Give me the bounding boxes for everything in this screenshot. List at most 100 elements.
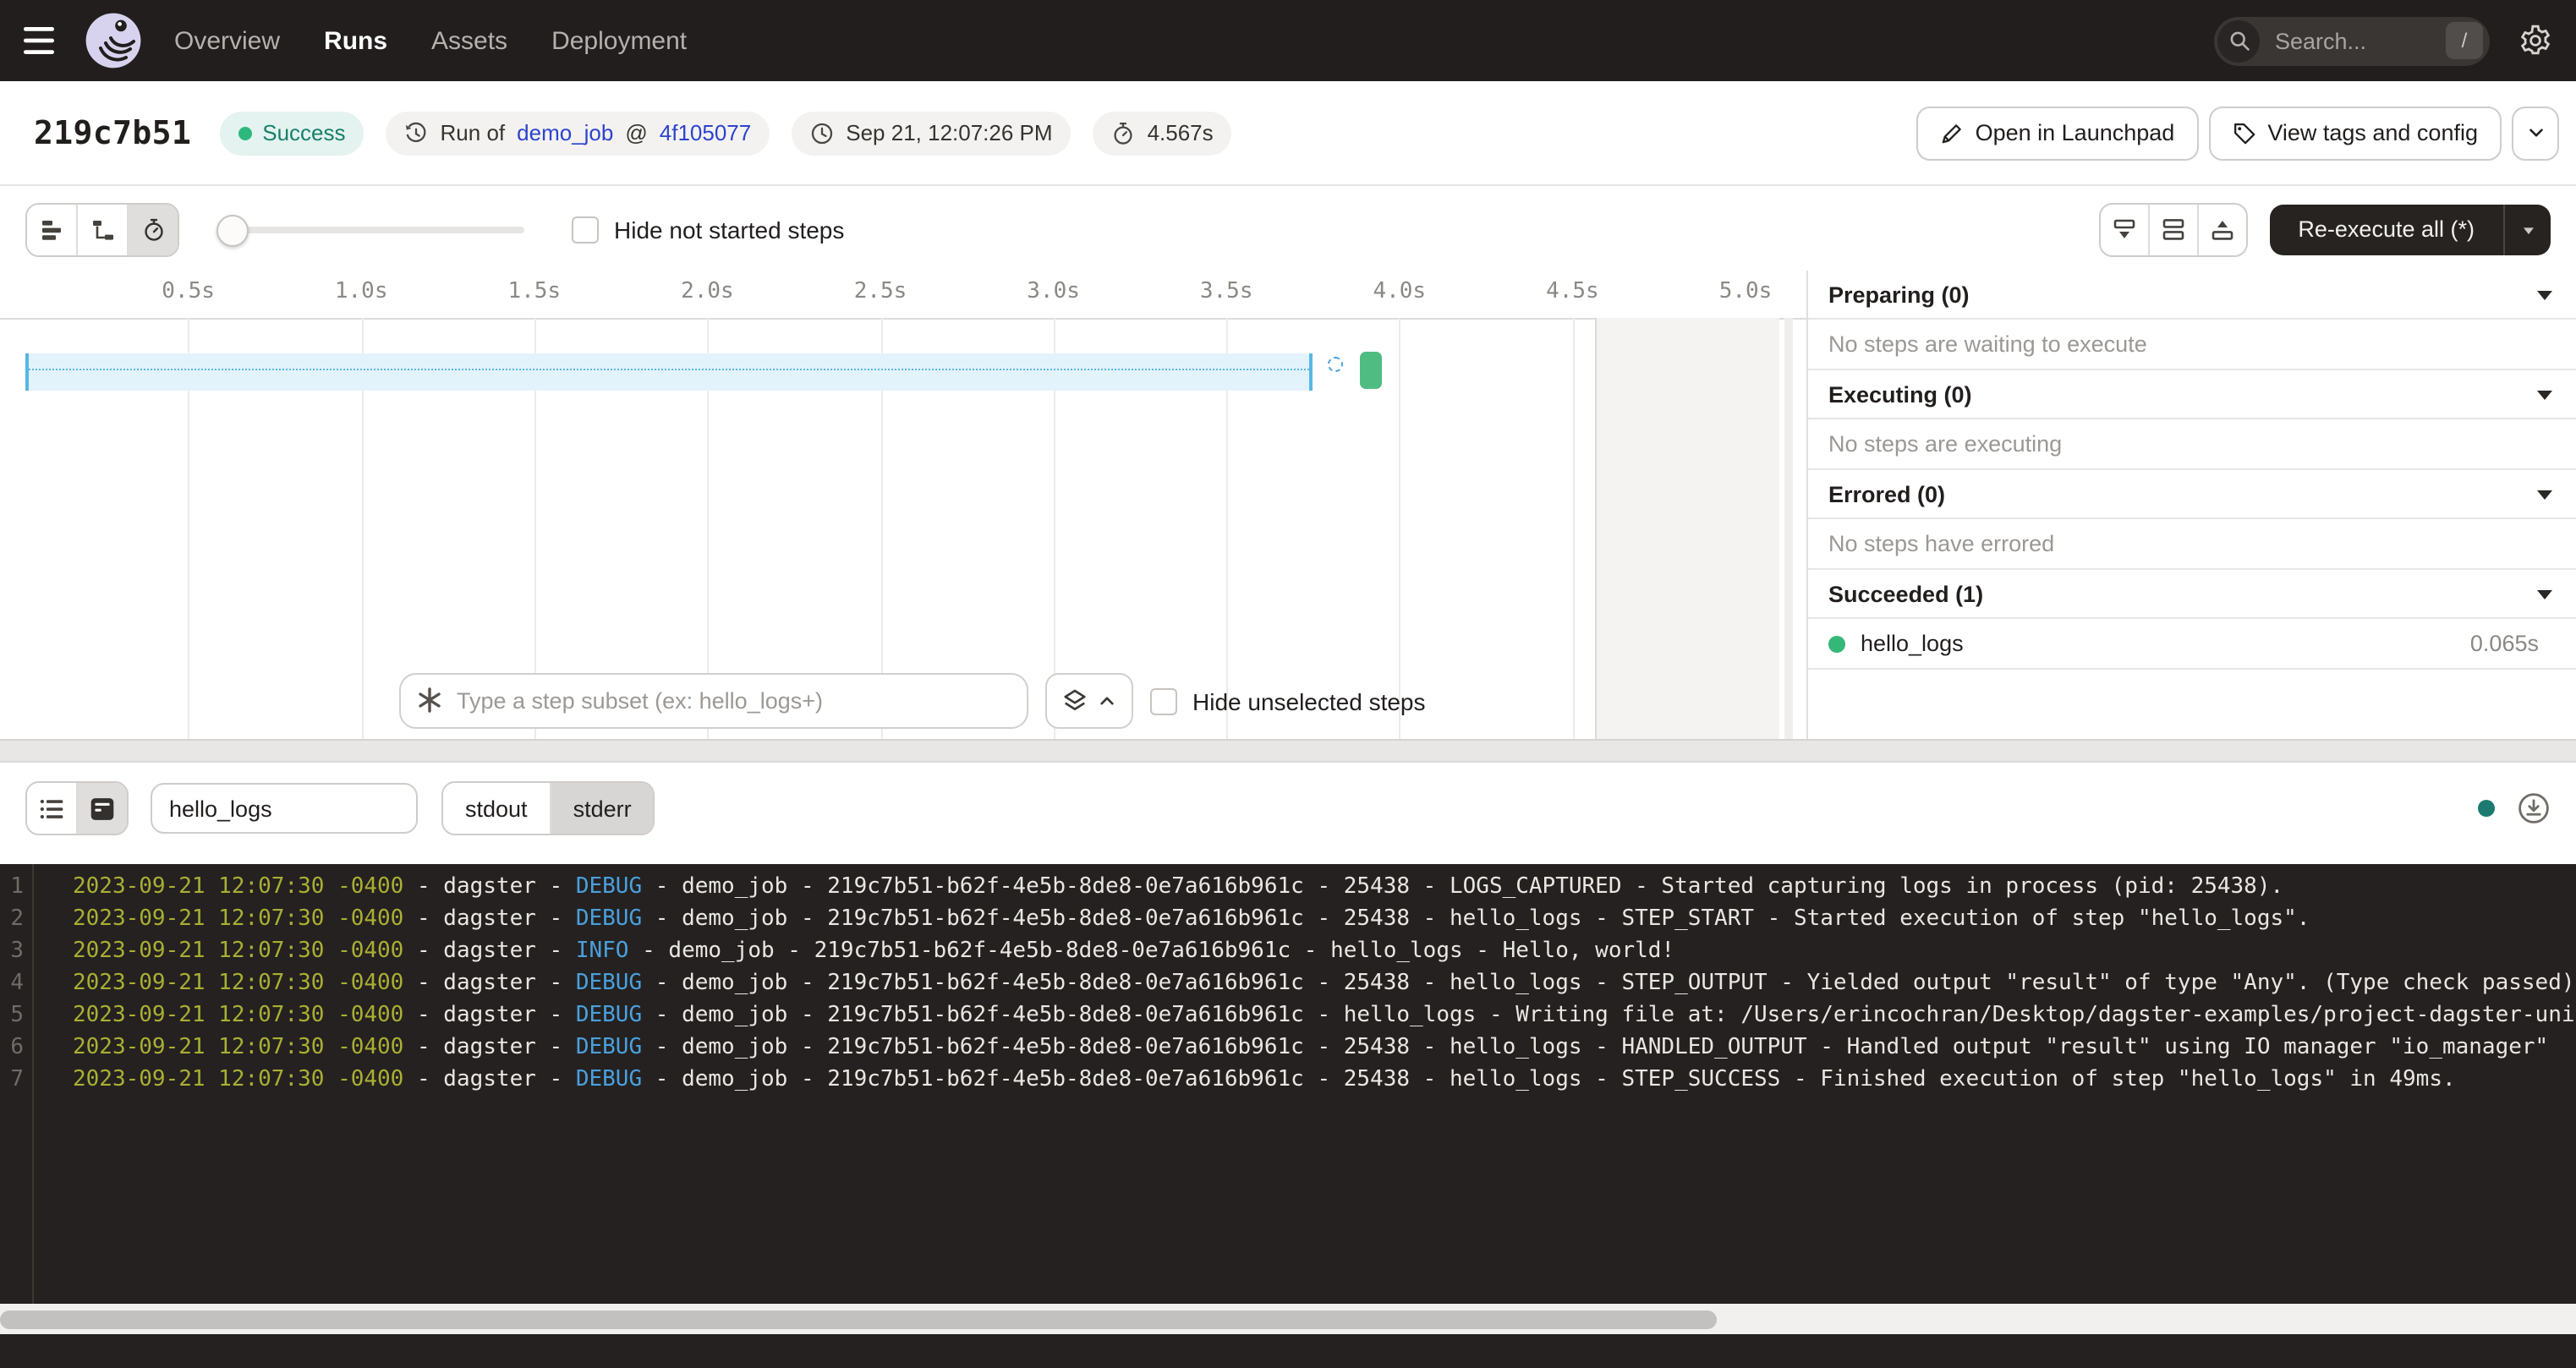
step-group-title: Errored (0)	[1828, 481, 2537, 506]
search-icon	[2227, 29, 2250, 52]
gantt-zoom-slider[interactable]	[216, 204, 524, 254]
code-version-link[interactable]: 4f105077	[660, 120, 751, 145]
chevron-down-icon	[2537, 578, 2552, 609]
chevron-down-icon	[2537, 479, 2552, 509]
nav-item-deployment[interactable]: Deployment	[551, 26, 687, 55]
step-group-title: Preparing (0)	[1828, 282, 2537, 307]
status-dot-success	[238, 126, 252, 140]
run-of-pill: Run of demo_job @ 4f105077	[386, 111, 770, 155]
nav-item-overview[interactable]: Overview	[174, 26, 280, 55]
download-log-icon[interactable]	[2517, 791, 2551, 825]
gantt-flat-view-button[interactable]	[27, 204, 76, 254]
dagster-logo[interactable]	[85, 12, 142, 69]
timed-view-stopwatch-icon	[141, 217, 165, 241]
log-line: 52023-09-21 12:07:30 -0400 - dagster - D…	[0, 999, 2576, 1031]
job-name-link[interactable]: demo_job	[517, 120, 613, 145]
log-line: 22023-09-21 12:07:30 -0400 - dagster - D…	[0, 903, 2576, 935]
log-line-number: 5	[0, 999, 24, 1031]
step-group-header[interactable]: Executing (0)	[1808, 370, 2576, 419]
split-panels-icon	[2161, 217, 2184, 241]
log-timestamp: 2023-09-21 12:07:30 -0400	[73, 1003, 403, 1028]
gear-icon[interactable]	[2518, 24, 2552, 57]
reexecute-all-button[interactable]: Re-execute all (*)	[2269, 204, 2551, 254]
gantt-timed-view-button[interactable]	[127, 204, 178, 254]
nav-item-runs[interactable]: Runs	[324, 26, 387, 55]
run-duration-pill: 4.567s	[1093, 111, 1232, 155]
log-source: - dagster -	[403, 906, 576, 932]
caret-down-icon	[2518, 219, 2538, 239]
graph-query-toggle-button[interactable]	[1045, 673, 1133, 729]
axis-tick: 4.0s	[1373, 271, 1426, 315]
reexecute-dropdown-caret[interactable]	[2505, 204, 2551, 254]
log-message: - demo_job - 219c7b51-b62f-4e5b-8de8-0e7…	[642, 971, 2576, 996]
panel-layout-group	[2098, 202, 2247, 256]
log-message: - demo_job - 219c7b51-b62f-4e5b-8de8-0e7…	[642, 906, 2310, 932]
log-toolbar: stdoutstderr	[0, 763, 2576, 854]
reexecute-all-label: Re-execute all (*)	[2269, 204, 2503, 254]
step-group-title: Succeeded (1)	[1828, 581, 2537, 606]
run-of-prefix: Run of	[441, 120, 506, 145]
step-status-sections: Preparing (0)No steps are waiting to exe…	[1808, 271, 2576, 670]
view-tags-config-label: View tags and config	[2267, 120, 2478, 145]
chevron-down-icon	[2537, 279, 2552, 309]
waterfall-view-icon	[90, 217, 114, 241]
axis-tick: 0.5s	[162, 271, 215, 315]
raw-log-view-button[interactable]	[76, 783, 127, 834]
log-timestamp: 2023-09-21 12:07:30 -0400	[73, 971, 403, 996]
run-actions-dropdown-button[interactable]	[2512, 106, 2559, 160]
zoom-slider-knob[interactable]	[216, 214, 249, 246]
gantt-step-bar-hello-logs[interactable]	[1360, 352, 1383, 389]
gantt-view-mode-group	[25, 202, 179, 256]
log-step-filter-input[interactable]	[151, 783, 418, 834]
log-line: 62023-09-21 12:07:30 -0400 - dagster - D…	[0, 1031, 2576, 1064]
step-subset-input[interactable]	[399, 673, 1028, 729]
raw-log-viewer[interactable]: 12023-09-21 12:07:30 -0400 - dagster - D…	[0, 864, 2576, 1304]
run-timestamp-pill: Sep 21, 12:07:26 PM	[792, 111, 1071, 155]
hide-not-started-checkbox[interactable]	[572, 216, 599, 243]
hamburger-menu-icon[interactable]	[24, 25, 58, 56]
step-group-header[interactable]: Succeeded (1)	[1808, 570, 2576, 619]
log-view-mode-group	[25, 781, 129, 835]
tab-stderr[interactable]: stderr	[550, 783, 654, 834]
horizontal-scrollbar	[0, 1304, 2576, 1334]
gantt-vertical-scrollbar[interactable]	[1784, 318, 1793, 739]
horizontal-scrollbar-thumb[interactable]	[0, 1310, 1717, 1328]
log-filter-wrap	[151, 783, 418, 834]
log-line-number: 3	[0, 935, 24, 967]
step-group-header[interactable]: Preparing (0)	[1808, 271, 2576, 320]
axis-tick: 2.5s	[854, 271, 907, 315]
structured-log-view-button[interactable]	[27, 783, 76, 834]
log-line-number: 6	[0, 1031, 24, 1064]
hide-not-started-checkbox-row[interactable]: Hide not started steps	[572, 216, 844, 243]
gridline	[1572, 318, 1574, 739]
expand-panel-up-button[interactable]	[2196, 204, 2245, 254]
hide-unselected-checkbox[interactable]	[1150, 687, 1177, 714]
console-view-icon	[90, 796, 115, 821]
hide-not-started-label: Hide not started steps	[614, 216, 844, 243]
step-start-marker	[1328, 357, 1343, 372]
history-icon	[405, 121, 429, 145]
log-level: DEBUG	[576, 906, 642, 932]
view-tags-config-button[interactable]: View tags and config	[2208, 106, 2502, 160]
zoom-slider-track[interactable]	[230, 226, 524, 233]
tab-stdout[interactable]: stdout	[443, 783, 550, 834]
at-separator: @	[625, 120, 647, 145]
hide-unselected-checkbox-row[interactable]: Hide unselected steps	[1150, 687, 1426, 714]
split-panels-button[interactable]	[2147, 204, 2196, 254]
log-source: - dagster -	[403, 938, 576, 964]
step-row[interactable]: hello_logs0.065s	[1808, 619, 2576, 670]
tag-icon	[2232, 121, 2255, 145]
hide-unselected-label: Hide unselected steps	[1192, 687, 1426, 714]
panel-resize-handle[interactable]	[0, 739, 2576, 763]
collapse-panel-down-button[interactable]	[2100, 204, 2147, 254]
step-group-header[interactable]: Errored (0)	[1808, 470, 2576, 519]
log-timestamp: 2023-09-21 12:07:30 -0400	[73, 938, 403, 964]
open-in-launchpad-button[interactable]: Open in Launchpad	[1916, 106, 2199, 160]
step-group-empty-message: No steps have errored	[1808, 519, 2576, 570]
gantt-waterfall-view-button[interactable]	[76, 204, 127, 254]
search-shortcut-key: /	[2446, 22, 2483, 59]
nav-item-assets[interactable]: Assets	[431, 26, 507, 55]
run-timestamp: Sep 21, 12:07:26 PM	[846, 120, 1052, 145]
step-group-title: Executing (0)	[1828, 381, 2537, 407]
step-group-empty-message: No steps are executing	[1808, 419, 2576, 470]
